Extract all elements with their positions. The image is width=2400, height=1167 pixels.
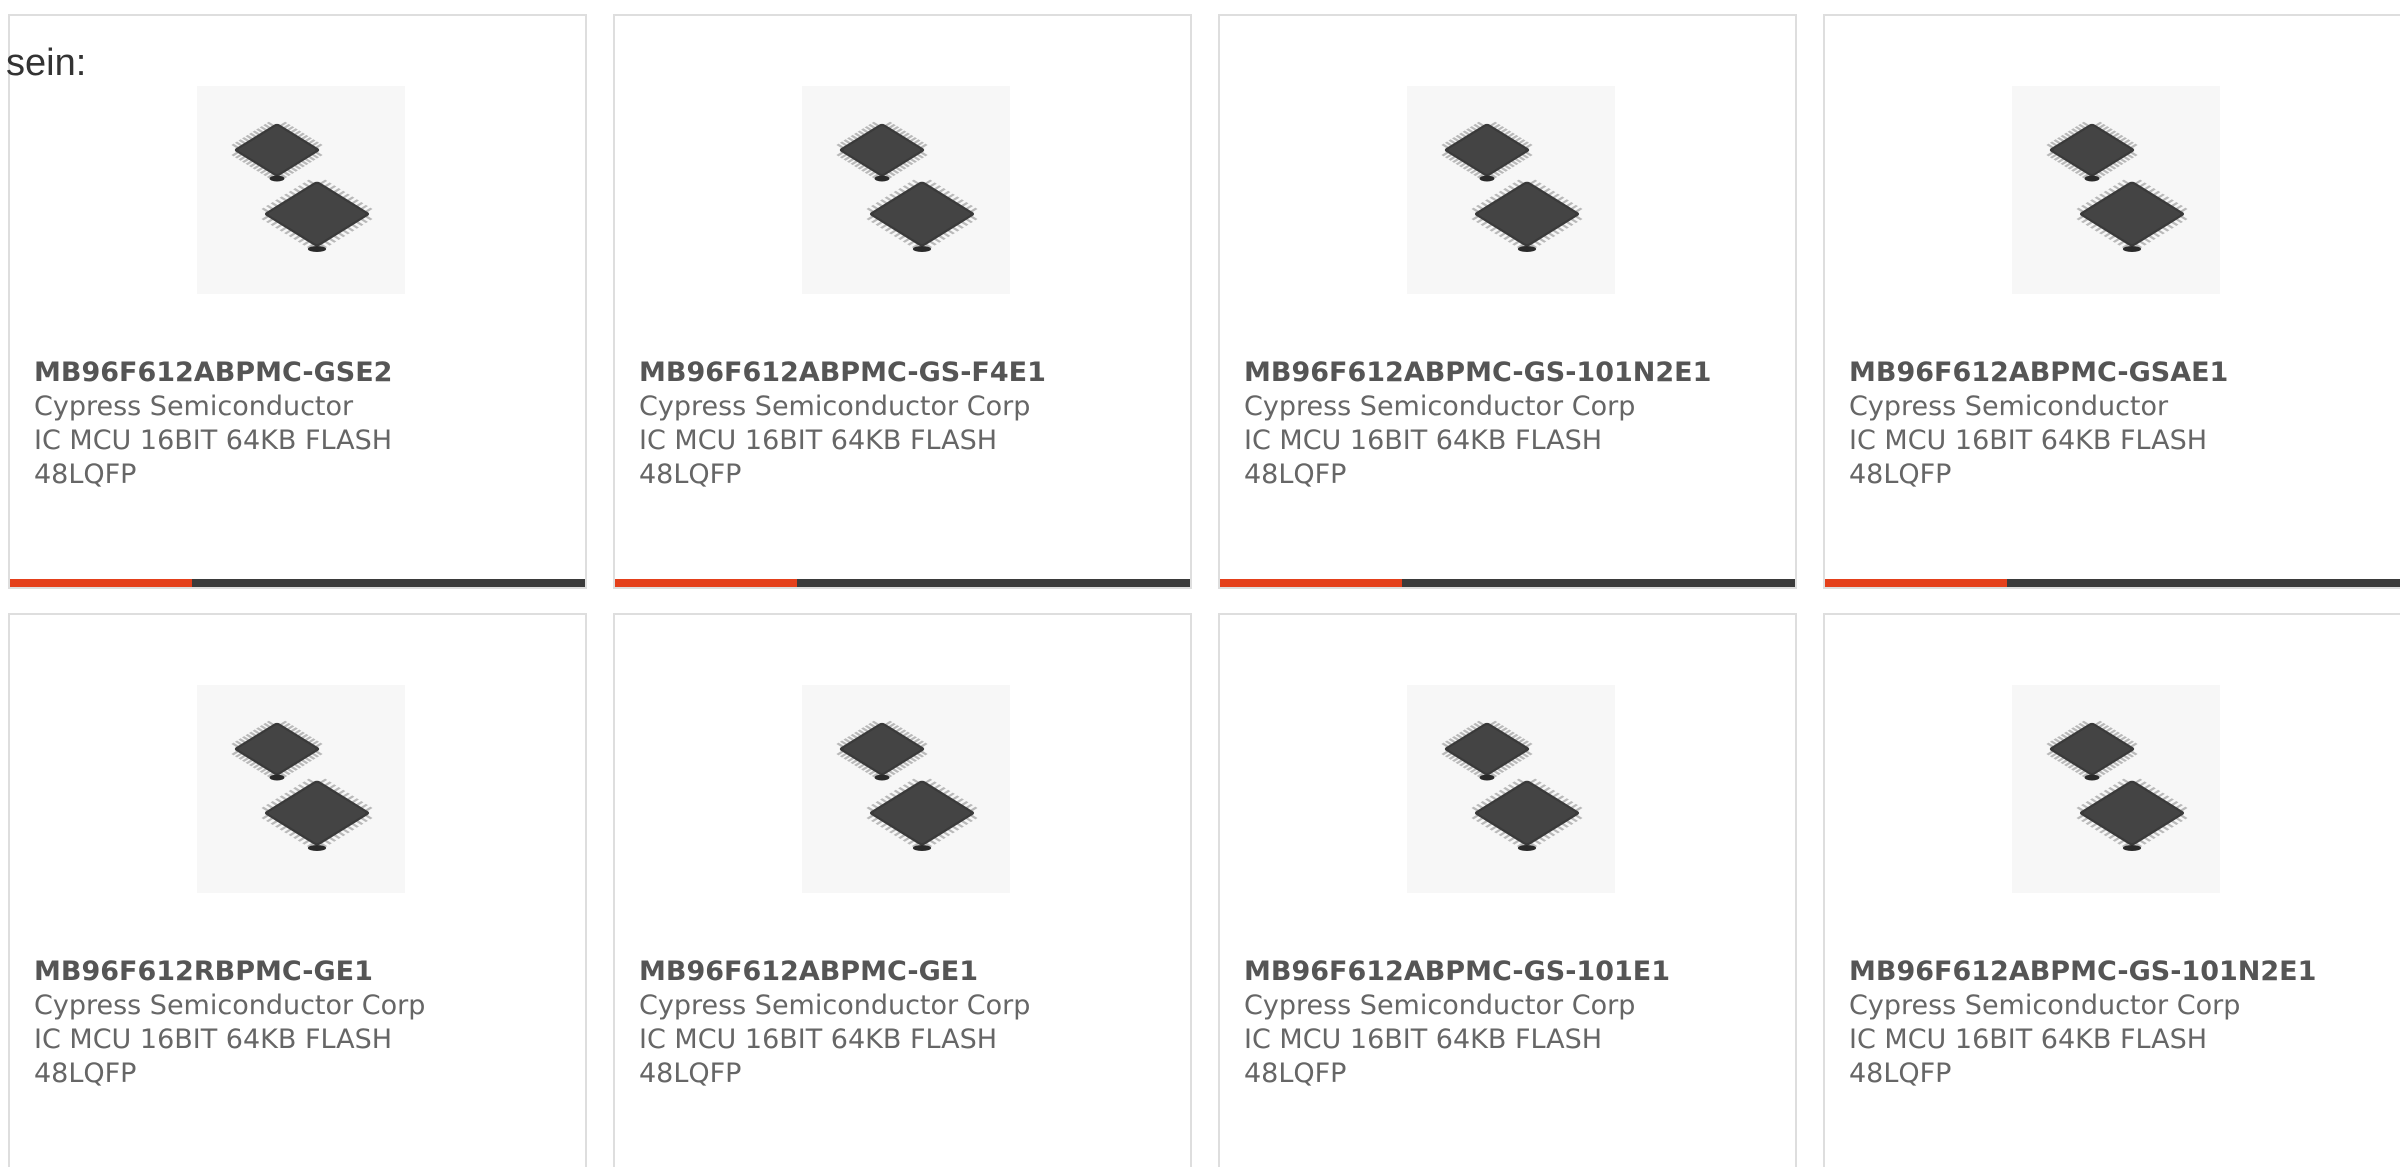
intro-text: sein: bbox=[6, 42, 87, 84]
product-image[interactable] bbox=[802, 86, 1010, 294]
card-accent-bar bbox=[1825, 579, 2007, 587]
package: 48LQFP bbox=[34, 459, 137, 490]
part-number-link[interactable]: MB96F612ABPMC-GSE2 bbox=[34, 356, 574, 390]
product-image[interactable] bbox=[802, 685, 1010, 893]
description: IC MCU 16BIT 64KB FLASH bbox=[1849, 1024, 2208, 1055]
product-info: MB96F612ABPMC-GS-101N2E1 Cypress Semicon… bbox=[1849, 955, 2389, 1091]
product-card[interactable]: MB96F612ABPMC-GE1 Cypress Semiconductor … bbox=[613, 613, 1192, 1167]
part-number-link[interactable]: MB96F612ABPMC-GS-101N2E1 bbox=[1244, 356, 1784, 390]
product-image[interactable] bbox=[197, 685, 405, 893]
product-info: MB96F612ABPMC-GSAE1 Cypress Semiconducto… bbox=[1849, 356, 2389, 492]
part-number-link[interactable]: MB96F612RBPMC-GE1 bbox=[34, 955, 574, 989]
description: IC MCU 16BIT 64KB FLASH bbox=[639, 425, 998, 456]
description: IC MCU 16BIT 64KB FLASH bbox=[1244, 425, 1603, 456]
package: 48LQFP bbox=[1849, 1058, 1952, 1089]
product-image[interactable] bbox=[2012, 86, 2220, 294]
description: IC MCU 16BIT 64KB FLASH bbox=[1849, 425, 2208, 456]
product-info: MB96F612RBPMC-GE1 Cypress Semiconductor … bbox=[34, 955, 574, 1091]
package: 48LQFP bbox=[34, 1058, 137, 1089]
product-card[interactable]: MB96F612RBPMC-GE1 Cypress Semiconductor … bbox=[8, 613, 587, 1167]
package: 48LQFP bbox=[1244, 1058, 1347, 1089]
package: 48LQFP bbox=[639, 1058, 742, 1089]
product-info: MB96F612ABPMC-GE1 Cypress Semiconductor … bbox=[639, 955, 1179, 1091]
page: sein: MB96F612ABPMC-GSE2 Cypress Semicon… bbox=[0, 0, 2400, 1167]
qfp-chip-icon bbox=[1441, 121, 1583, 252]
manufacturer: Cypress Semiconductor Corp bbox=[639, 990, 1031, 1021]
product-info: MB96F612ABPMC-GSE2 Cypress Semiconductor… bbox=[34, 356, 574, 492]
description: IC MCU 16BIT 64KB FLASH bbox=[34, 1024, 393, 1055]
card-bottom-bar bbox=[615, 579, 1190, 587]
part-number-link[interactable]: MB96F612ABPMC-GSAE1 bbox=[1849, 356, 2389, 390]
product-info: MB96F612ABPMC-GS-101N2E1 Cypress Semicon… bbox=[1244, 356, 1784, 492]
product-card[interactable]: MB96F612ABPMC-GS-F4E1 Cypress Semiconduc… bbox=[613, 14, 1192, 589]
product-card[interactable]: MB96F612ABPMC-GS-101E1 Cypress Semicondu… bbox=[1218, 613, 1797, 1167]
product-image[interactable] bbox=[1407, 685, 1615, 893]
product-card[interactable]: MB96F612ABPMC-GSE2 Cypress Semiconductor… bbox=[8, 14, 587, 589]
qfp-chip-icon bbox=[2046, 720, 2188, 851]
product-card[interactable]: MB96F612ABPMC-GSAE1 Cypress Semiconducto… bbox=[1823, 14, 2400, 589]
card-bottom-bar bbox=[10, 579, 585, 587]
card-accent-bar bbox=[10, 579, 192, 587]
manufacturer: Cypress Semiconductor Corp bbox=[1244, 990, 1636, 1021]
product-grid: MB96F612ABPMC-GSE2 Cypress Semiconductor… bbox=[8, 14, 2400, 1167]
part-number-link[interactable]: MB96F612ABPMC-GS-101N2E1 bbox=[1849, 955, 2389, 989]
part-number-link[interactable]: MB96F612ABPMC-GE1 bbox=[639, 955, 1179, 989]
qfp-chip-icon bbox=[1441, 720, 1583, 851]
qfp-chip-icon bbox=[2046, 121, 2188, 252]
qfp-chip-icon bbox=[836, 121, 978, 252]
manufacturer: Cypress Semiconductor Corp bbox=[1244, 391, 1636, 422]
product-image[interactable] bbox=[1407, 86, 1615, 294]
package: 48LQFP bbox=[1849, 459, 1952, 490]
description: IC MCU 16BIT 64KB FLASH bbox=[639, 1024, 998, 1055]
description: IC MCU 16BIT 64KB FLASH bbox=[34, 425, 393, 456]
part-number-link[interactable]: MB96F612ABPMC-GS-F4E1 bbox=[639, 356, 1179, 390]
product-card[interactable]: MB96F612ABPMC-GS-101N2E1 Cypress Semicon… bbox=[1218, 14, 1797, 589]
card-bottom-bar bbox=[1825, 579, 2400, 587]
manufacturer: Cypress Semiconductor Corp bbox=[1849, 990, 2241, 1021]
product-card[interactable]: MB96F612ABPMC-GS-101N2E1 Cypress Semicon… bbox=[1823, 613, 2400, 1167]
product-info: MB96F612ABPMC-GS-F4E1 Cypress Semiconduc… bbox=[639, 356, 1179, 492]
part-number-link[interactable]: MB96F612ABPMC-GS-101E1 bbox=[1244, 955, 1784, 989]
manufacturer: Cypress Semiconductor Corp bbox=[34, 990, 426, 1021]
description: IC MCU 16BIT 64KB FLASH bbox=[1244, 1024, 1603, 1055]
manufacturer: Cypress Semiconductor bbox=[1849, 391, 2169, 422]
manufacturer: Cypress Semiconductor bbox=[34, 391, 354, 422]
qfp-chip-icon bbox=[231, 720, 373, 851]
manufacturer: Cypress Semiconductor Corp bbox=[639, 391, 1031, 422]
qfp-chip-icon bbox=[231, 121, 373, 252]
card-bottom-bar bbox=[1220, 579, 1795, 587]
card-accent-bar bbox=[1220, 579, 1402, 587]
product-image[interactable] bbox=[197, 86, 405, 294]
package: 48LQFP bbox=[639, 459, 742, 490]
product-info: MB96F612ABPMC-GS-101E1 Cypress Semicondu… bbox=[1244, 955, 1784, 1091]
package: 48LQFP bbox=[1244, 459, 1347, 490]
qfp-chip-icon bbox=[836, 720, 978, 851]
card-accent-bar bbox=[615, 579, 797, 587]
product-image[interactable] bbox=[2012, 685, 2220, 893]
